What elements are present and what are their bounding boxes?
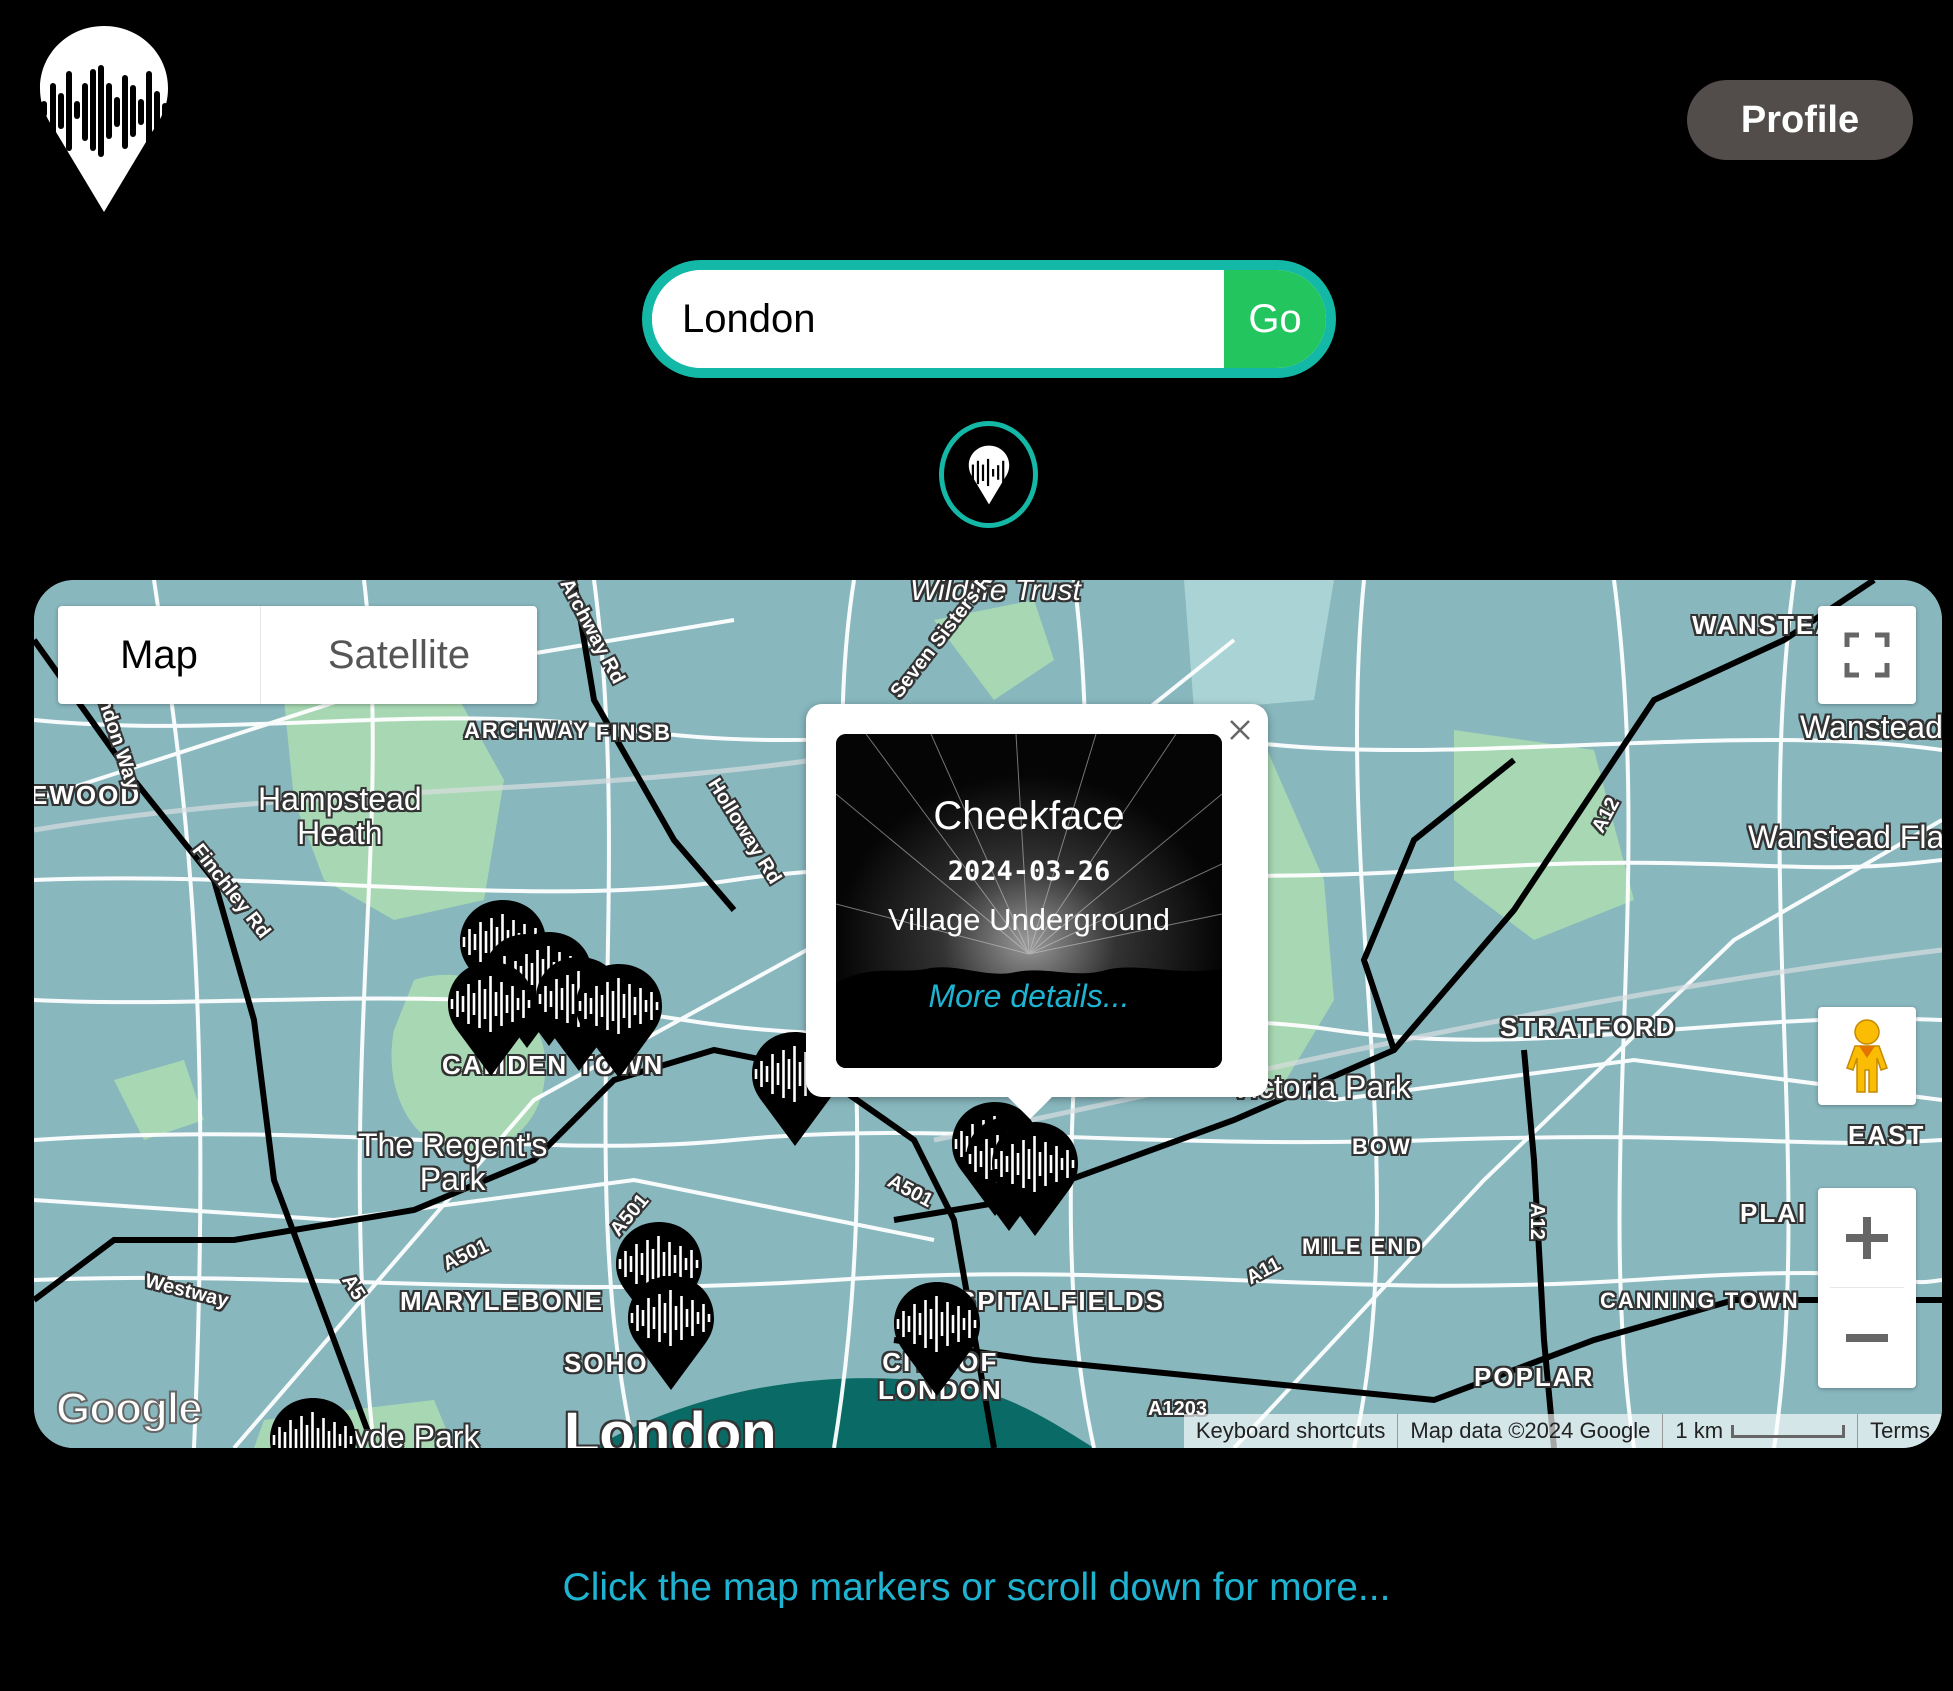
label-archway: ARCHWAY [464, 718, 590, 743]
info-close-button[interactable] [1220, 710, 1260, 750]
event-marker[interactable] [990, 1120, 1080, 1236]
label-a12-south: A12 [1525, 1203, 1548, 1240]
event-marker[interactable] [446, 960, 536, 1076]
fullscreen-icon [1844, 632, 1890, 678]
map-attribution-bar: Keyboard shortcuts Map data ©2024 Google… [1183, 1414, 1942, 1448]
label-east-ham: EAST [1848, 1120, 1926, 1150]
label-canning-town: CANNING TOWN [1600, 1288, 1800, 1313]
label-wanstead: Wanstead [1800, 709, 1942, 745]
label-stratford: STRATFORD [1500, 1012, 1677, 1042]
plus-icon [1846, 1217, 1888, 1259]
map-canvas[interactable]: Wildlife Trust ARCHWAY FINSB Hampstead He… [34, 580, 1942, 1448]
terms-link[interactable]: Terms [1857, 1414, 1942, 1448]
zoom-control [1818, 1188, 1916, 1388]
location-search-input[interactable] [652, 270, 1224, 368]
fullscreen-button[interactable] [1818, 606, 1916, 704]
event-marker[interactable] [268, 1396, 358, 1448]
label-finsbury: FINSB [596, 720, 672, 745]
event-info-window: Cheekface 2024-03-26 Village Underground… [806, 704, 1268, 1119]
sound-wave-pin-icon [968, 445, 1009, 504]
label-plaistow: PLAI [1740, 1198, 1808, 1228]
scroll-hint: Click the map markers or scroll down for… [562, 1566, 1391, 1609]
zoom-out-button[interactable] [1818, 1288, 1916, 1388]
scale-label: 1 km [1675, 1418, 1724, 1443]
map-type-control: Map Satellite [58, 606, 537, 704]
zoom-in-button[interactable] [1818, 1188, 1916, 1288]
event-marker[interactable] [574, 962, 664, 1078]
label-wanstead-flats: Wanstead Flats [1748, 819, 1942, 855]
label-london: London [564, 1401, 777, 1448]
keyboard-shortcuts-link[interactable]: Keyboard shortcuts [1184, 1414, 1398, 1448]
pegman-icon [1846, 1019, 1888, 1093]
event-marker[interactable] [892, 1280, 982, 1396]
event-venue: Village Underground [887, 902, 1171, 937]
label-hampstead-heath: Hampstead Heath [258, 781, 422, 851]
event-title: Cheekface [933, 794, 1125, 838]
zoom-divider [1830, 1287, 1904, 1288]
locate-me-button[interactable] [939, 421, 1038, 528]
logo-pin-icon [40, 26, 168, 212]
more-details-link[interactable]: More details... [836, 978, 1222, 1015]
minus-icon [1846, 1334, 1888, 1342]
label-spitalfields: SPITALFIELDS [958, 1286, 1165, 1316]
map-type-satellite-button[interactable]: Satellite [261, 606, 537, 704]
scale-indicator[interactable]: 1 km [1662, 1414, 1857, 1448]
concert-background-image [836, 734, 1222, 1068]
map-type-map-button[interactable]: Map [58, 606, 261, 704]
go-button[interactable]: Go [1224, 270, 1326, 368]
label-regents-park: The Regent's Park [358, 1127, 548, 1197]
label-marylebone: MARYLEBONE [400, 1286, 604, 1316]
profile-button[interactable]: Profile [1687, 80, 1913, 160]
event-card: Cheekface 2024-03-26 Village Underground… [836, 734, 1222, 1068]
search-bar: Go [642, 260, 1336, 378]
google-logo: Google [55, 1383, 204, 1434]
scale-bar [1731, 1424, 1846, 1438]
close-icon [1230, 720, 1250, 740]
street-view-button[interactable] [1818, 1007, 1916, 1105]
event-date: 2024-03-26 [947, 856, 1111, 887]
event-marker[interactable] [626, 1274, 716, 1390]
label-bow: BOW [1352, 1134, 1412, 1159]
label-poplar: POPLAR [1474, 1362, 1595, 1392]
map-data-credit: Map data ©2024 Google [1397, 1414, 1662, 1448]
label-mile-end: MILE END [1302, 1234, 1424, 1259]
